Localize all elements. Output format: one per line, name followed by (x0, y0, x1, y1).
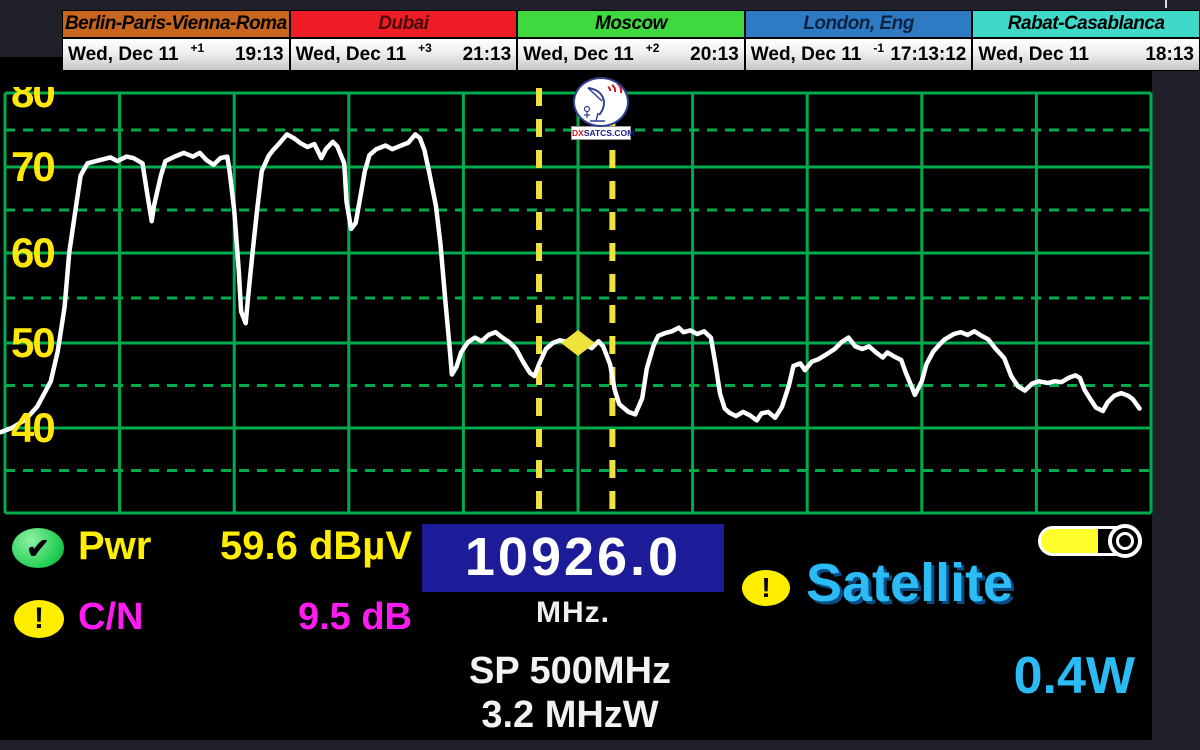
y-axis-tick: 60 (11, 231, 71, 275)
y-axis-tick-clipped: 80 (11, 87, 71, 112)
stray-mark (1165, 0, 1167, 8)
clock-time: 19:13 (235, 44, 284, 66)
city-name: Berlin-Paris-Vienna-Roma (63, 11, 289, 39)
clock-date: Wed, Dec 11 (68, 44, 179, 66)
power-label: Pwr (78, 524, 151, 569)
clock-date: Wed, Dec 11 (523, 44, 634, 66)
analyzer-display (0, 57, 1152, 740)
world-clock-bar: Berlin-Paris-Vienna-Roma Wed, Dec 11 +1 … (62, 10, 1200, 71)
logo-wordmark: DXSATCS.COM (571, 126, 631, 140)
city-name: London, Eng (746, 11, 972, 39)
city-datetime: Wed, Dec 11 +3 21:13 (291, 39, 517, 70)
city-datetime: Wed, Dec 11 +1 19:13 (63, 39, 289, 70)
city-name: Moscow (518, 11, 744, 39)
y-axis-tick: 40 (11, 406, 71, 450)
bandwidth-readout: 3.2 MHzW (420, 694, 720, 737)
satellite-dish-icon (573, 77, 629, 127)
toggle-knob-icon (1108, 524, 1142, 558)
satellite-mode-label: Satellite (806, 552, 1013, 614)
clock-utc-offset: +3 (418, 41, 432, 55)
clock-utc-offset: +1 (191, 41, 205, 55)
dxsatcs-logo: DXSATCS.COM (571, 77, 631, 140)
y-axis-tick: 80 (11, 87, 71, 112)
clock-time: 21:13 (463, 44, 512, 66)
satellite-meter-screen: Berlin-Paris-Vienna-Roma Wed, Dec 11 +1 … (0, 0, 1200, 750)
clock-date: Wed, Dec 11 (978, 44, 1089, 66)
watts-readout: 0.4W (950, 646, 1135, 706)
cn-alert-icon: ! (14, 600, 64, 638)
city-datetime: Wed, Dec 11 +2 20:13 (518, 39, 744, 70)
power-value: 59.6 dBµV (180, 524, 412, 569)
clock-cell-rabat: Rabat-Casablanca Wed, Dec 11 18:13 (973, 11, 1199, 70)
city-name: Dubai (291, 11, 517, 39)
clock-cell-dubai: Dubai Wed, Dec 11 +3 21:13 (291, 11, 519, 70)
clock-time: 17:13:12 (890, 44, 966, 66)
clock-cell-london: London, Eng Wed, Dec 11 -1 17:13:12 (746, 11, 974, 70)
clock-cell-moscow: Moscow Wed, Dec 11 +2 20:13 (518, 11, 746, 70)
city-name: Rabat-Casablanca (973, 11, 1199, 39)
cn-label: C/N (78, 596, 143, 639)
clock-utc-offset: +2 (646, 41, 660, 55)
power-ok-check-icon: ✔ (12, 528, 64, 568)
clock-utc-offset: -1 (873, 41, 884, 55)
y-axis-tick: 70 (11, 145, 71, 189)
satellite-alert-icon: ! (742, 570, 790, 606)
city-datetime: Wed, Dec 11 18:13 (973, 39, 1199, 70)
city-datetime: Wed, Dec 11 -1 17:13:12 (746, 39, 972, 70)
span-readout: SP 500MHz (420, 650, 720, 693)
clock-date: Wed, Dec 11 (296, 44, 407, 66)
toggle-switch[interactable] (1038, 526, 1142, 556)
clock-cell-berlin: Berlin-Paris-Vienna-Roma Wed, Dec 11 +1 … (63, 11, 291, 70)
cn-value: 9.5 dB (180, 596, 412, 639)
y-axis-tick: 50 (11, 321, 71, 365)
clock-time: 18:13 (1145, 44, 1194, 66)
frequency-display[interactable]: 10926.0 (422, 524, 724, 592)
clock-time: 20:13 (690, 44, 739, 66)
clock-date: Wed, Dec 11 (751, 44, 862, 66)
frequency-unit: MHz. (422, 596, 724, 630)
